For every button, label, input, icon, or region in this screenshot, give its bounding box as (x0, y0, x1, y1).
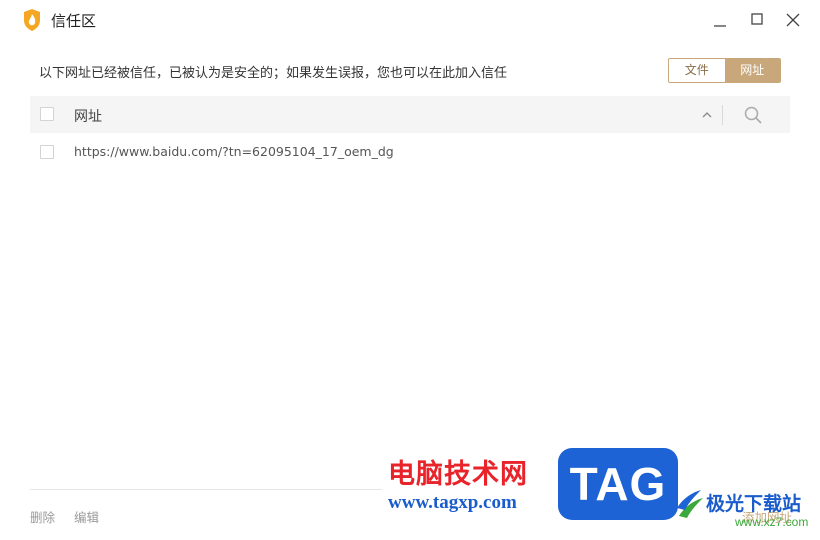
tag-logo: TAG (558, 448, 678, 520)
aurora-logo-icon (675, 486, 705, 522)
type-switcher: 文件 网址 (668, 58, 781, 83)
table-header: 网址 (30, 96, 790, 133)
window-title: 信任区 (51, 12, 97, 30)
edit-button[interactable]: 编辑 (74, 507, 99, 526)
column-divider (722, 105, 723, 125)
maximize-icon[interactable] (744, 8, 770, 32)
column-header-url: 网址 (74, 109, 102, 125)
trust-notice: 以下网址已经被信任，已被认为是安全的；如果发生误报，您也可以在此加入信任 (39, 66, 508, 81)
shield-flame-icon (22, 8, 42, 32)
minimize-icon[interactable] (707, 8, 733, 32)
row-url: https://www.baidu.com/?tn=62095104_17_oe… (74, 144, 394, 159)
tag-logo-text: TAG (569, 458, 667, 510)
search-icon[interactable] (743, 105, 763, 125)
title-bar: 信任区 (0, 0, 820, 40)
table-row[interactable]: https://www.baidu.com/?tn=62095104_17_oe… (30, 140, 790, 164)
delete-button[interactable]: 删除 (30, 507, 55, 526)
watermark-url-2: www.xz7.com (735, 515, 809, 529)
tab-url[interactable]: 网址 (724, 59, 780, 82)
close-icon[interactable] (780, 8, 806, 32)
row-checkbox[interactable] (40, 145, 54, 159)
watermark-text: 电脑技术网 (388, 459, 528, 490)
tab-file[interactable]: 文件 (669, 59, 725, 82)
select-all-checkbox[interactable] (40, 107, 54, 121)
chevron-up-icon[interactable] (700, 107, 714, 121)
footer-divider (30, 489, 382, 490)
watermark-url: www.tagxp.com (388, 492, 517, 513)
watermark-text-2: 极光下载站 (706, 493, 802, 515)
